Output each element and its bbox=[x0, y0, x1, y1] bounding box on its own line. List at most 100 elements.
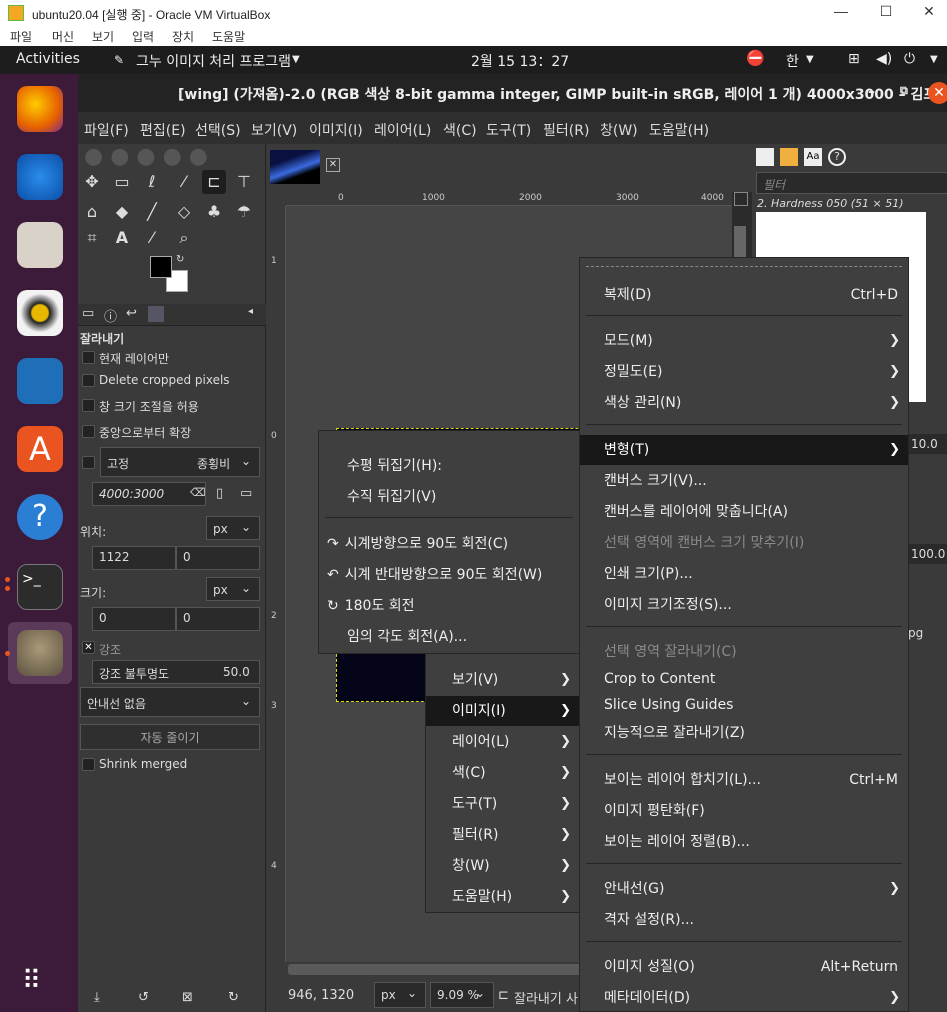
menu-item-merge-visible[interactable]: 보이는 레이어 합치기(L)... Ctrl+M bbox=[580, 765, 908, 795]
menu-item-canvas-size[interactable]: 캔버스 크기(V)... bbox=[580, 466, 908, 496]
menu-item-precision[interactable]: 정밀도(E) ❯ bbox=[580, 357, 908, 387]
move-tool-icon[interactable]: ✥ bbox=[80, 170, 104, 194]
unit-dropdown[interactable]: px ⌄ bbox=[374, 982, 426, 1008]
restore-options-icon[interactable]: ↺ bbox=[138, 990, 149, 1005]
close-icon[interactable]: ✕ bbox=[928, 82, 947, 104]
menu-item-rotate-ccw[interactable]: ↶ 시계 반대방향으로 90도 회전(W) bbox=[319, 560, 579, 590]
volume-icon[interactable]: ◀) bbox=[876, 51, 892, 67]
patterns-tab-icon[interactable] bbox=[780, 148, 798, 166]
expand-center-checkbox[interactable] bbox=[82, 425, 95, 438]
menu-item-colors[interactable]: 색(C) ❯ bbox=[426, 758, 579, 788]
menu-item-grid[interactable]: 격자 설정(R)... bbox=[580, 905, 908, 935]
auto-shrink-button[interactable]: 자동 줄이기 bbox=[80, 724, 260, 750]
no-entry-icon[interactable]: ⛔ bbox=[746, 49, 765, 67]
thunderbird-icon[interactable] bbox=[17, 154, 63, 200]
menu-item-flip-horizontal[interactable]: 수평 뒤집기(H): bbox=[319, 451, 579, 481]
crop-tool-icon[interactable]: ⊏ bbox=[202, 170, 226, 194]
delete-options-icon[interactable]: ⊠ bbox=[182, 990, 193, 1005]
menu-item-view[interactable]: 보기(V) ❯ bbox=[426, 665, 579, 695]
menu-help[interactable]: 도움말(H) bbox=[649, 120, 709, 140]
firefox-icon[interactable] bbox=[17, 86, 63, 132]
close-icon[interactable]: ✕ bbox=[326, 158, 340, 172]
guides-dropdown[interactable]: 안내선 없음 ⌄ bbox=[80, 687, 260, 717]
highlight-opacity-slider[interactable]: 강조 불투명도 50.0 bbox=[92, 660, 260, 684]
fixed-checkbox[interactable] bbox=[82, 456, 95, 469]
menu-item-fit-canvas-layers[interactable]: 캔버스를 레이어에 맞춥니다(A) bbox=[580, 497, 908, 527]
menu-item-guides[interactable]: 안내선(G) ❯ bbox=[580, 874, 908, 904]
vb-menu-devices[interactable]: 장치 bbox=[172, 28, 194, 45]
tool-options-tab-icon[interactable]: ▭ bbox=[82, 306, 94, 321]
menu-windows[interactable]: 창(W) bbox=[600, 120, 638, 140]
menu-item-image[interactable]: 이미지(I) ❯ bbox=[426, 696, 579, 726]
eraser-tool-icon[interactable]: ◇ bbox=[172, 200, 196, 224]
menu-file[interactable]: 파일(F) bbox=[84, 120, 129, 140]
zoom-dropdown[interactable]: 9.09 % ⌄ bbox=[430, 982, 494, 1008]
allow-growing-checkbox[interactable] bbox=[82, 399, 95, 412]
network-icon[interactable]: ⊞ bbox=[848, 51, 860, 67]
gimp-icon[interactable] bbox=[17, 630, 63, 676]
text-tool-icon[interactable]: A bbox=[110, 226, 134, 250]
tearoff-line[interactable] bbox=[586, 266, 902, 267]
menu-tools[interactable]: 도구(T) bbox=[486, 120, 531, 140]
zoom-tool-icon[interactable]: ⌕ bbox=[172, 226, 196, 250]
files-icon[interactable] bbox=[17, 222, 63, 268]
current-layer-only-checkbox[interactable] bbox=[82, 351, 95, 364]
position-unit-dropdown[interactable]: px ⌄ bbox=[206, 516, 260, 540]
menu-image[interactable]: 이미지(I) bbox=[309, 120, 363, 140]
ratio-input[interactable]: 4000:3000 bbox=[92, 482, 206, 506]
menu-colors[interactable]: 색(C) bbox=[443, 120, 477, 140]
menu-view[interactable]: 보기(V) bbox=[251, 120, 297, 140]
warp-tool-icon[interactable]: ⌂ bbox=[80, 200, 104, 224]
position-y-input[interactable]: 0 bbox=[176, 546, 260, 570]
menu-item-zealous-crop[interactable]: 지능적으로 잘라내기(Z) bbox=[580, 718, 908, 748]
rect-select-tool-icon[interactable]: ▭ bbox=[110, 170, 134, 194]
panel-menu-icon[interactable]: ◂ bbox=[248, 306, 253, 317]
menu-item-properties[interactable]: 이미지 성질(O) Alt+Return bbox=[580, 952, 908, 982]
app-menu[interactable]: 그누 이미지 처리 프로그램 bbox=[136, 51, 291, 71]
menu-item-metadata[interactable]: 메타데이터(D) ❯ bbox=[580, 983, 908, 1012]
clear-icon[interactable]: ⌫ bbox=[190, 486, 206, 499]
vb-menu-machine[interactable]: 머신 bbox=[52, 28, 74, 45]
rhythmbox-icon[interactable] bbox=[17, 290, 63, 336]
clone-tool-icon[interactable]: ♣ bbox=[202, 200, 226, 224]
device-status-tab-icon[interactable]: ⓘ bbox=[104, 306, 117, 325]
app-grid-icon[interactable]: ⠿ bbox=[22, 966, 58, 1002]
minimize-icon[interactable]: – bbox=[868, 84, 875, 100]
menu-item-flip-vertical[interactable]: 수직 뒤집기(V) bbox=[319, 482, 579, 512]
menu-edit[interactable]: 편집(E) bbox=[140, 120, 186, 140]
portrait-icon[interactable]: ▯ bbox=[216, 486, 223, 501]
color-picker-tool-icon[interactable]: ⁄ bbox=[140, 226, 164, 250]
menu-item-slice-guides[interactable]: Slice Using Guides bbox=[580, 690, 908, 720]
menu-item-crop-selection[interactable]: 선택 영역 잘라내기(C) bbox=[580, 637, 908, 667]
menu-item-tools[interactable]: 도구(T) ❯ bbox=[426, 789, 579, 819]
activities-button[interactable]: Activities bbox=[16, 51, 80, 67]
opacity-value[interactable]: 100.0 bbox=[908, 544, 947, 564]
maximize-button[interactable]: ☐ bbox=[871, 3, 901, 23]
menu-item-fit-canvas-selection[interactable]: 선택 영역에 캔버스 크기 맞추기(I) bbox=[580, 528, 908, 558]
foreground-color-swatch[interactable] bbox=[150, 256, 172, 278]
reset-options-icon[interactable]: ↻ bbox=[228, 990, 239, 1005]
menu-item-rotate-180[interactable]: ↻ 180도 회전 bbox=[319, 591, 579, 621]
menu-item-color-management[interactable]: 색상 관리(N) ❯ bbox=[580, 388, 908, 418]
vb-menu-input[interactable]: 입력 bbox=[132, 28, 154, 45]
paths-tool-icon[interactable]: ⌗ bbox=[80, 226, 104, 250]
vb-menu-file[interactable]: 파일 bbox=[10, 28, 32, 45]
size-height-input[interactable]: 0 bbox=[176, 607, 260, 631]
navigate-icon[interactable] bbox=[734, 192, 748, 206]
position-x-input[interactable]: 1122 bbox=[92, 546, 176, 570]
terminal-icon[interactable]: >_ bbox=[17, 564, 63, 610]
size-unit-dropdown[interactable]: px ⌄ bbox=[206, 577, 260, 601]
fixed-dropdown[interactable]: 고정 종횡비 ⌄ bbox=[100, 447, 260, 477]
close-button[interactable]: ✕ bbox=[914, 3, 944, 23]
power-icon[interactable]: ⏻ bbox=[904, 51, 915, 67]
shrink-merged-checkbox[interactable] bbox=[82, 758, 95, 771]
horizontal-scrollbar[interactable] bbox=[288, 964, 588, 975]
help-icon[interactable]: ? bbox=[17, 494, 63, 540]
paintbrush-tool-icon[interactable]: ╱ bbox=[140, 200, 164, 224]
restore-icon[interactable]: ⧉ bbox=[900, 84, 908, 98]
clock[interactable]: 2월 15 13：27 bbox=[471, 51, 569, 71]
menu-item-transform[interactable]: 변형(T) ❯ bbox=[580, 435, 908, 465]
software-icon[interactable]: A bbox=[17, 426, 63, 472]
image-thumbnail[interactable] bbox=[270, 150, 320, 184]
menu-item-align-layers[interactable]: 보이는 레이어 정렬(B)... bbox=[580, 827, 908, 857]
